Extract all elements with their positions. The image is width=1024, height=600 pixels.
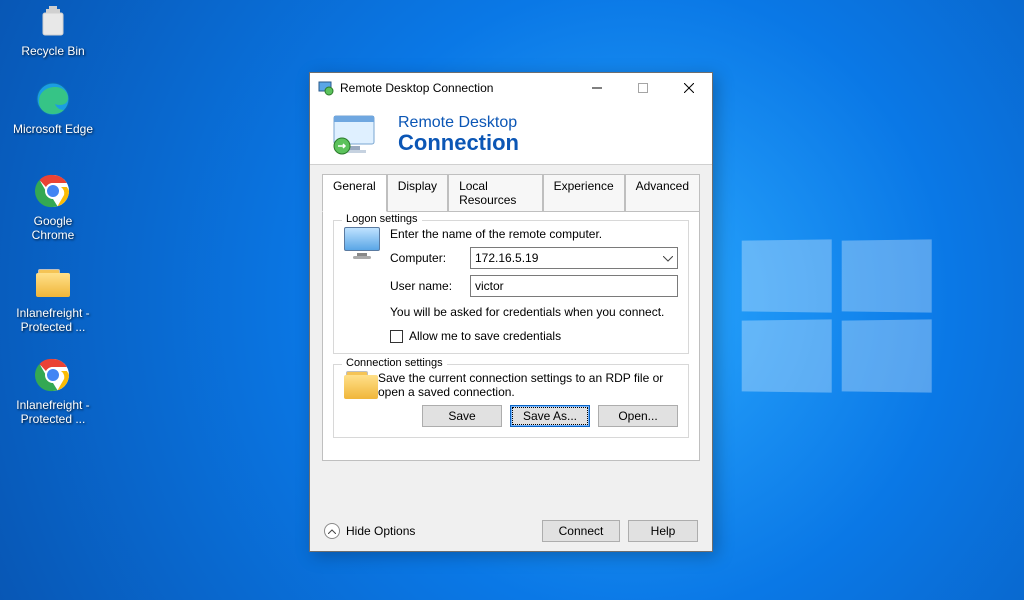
chrome-icon [32, 170, 74, 212]
computer-icon [344, 227, 380, 257]
banner-line2: Connection [398, 132, 519, 154]
dialog-footer: Hide Options Connect Help [310, 511, 712, 551]
username-input[interactable] [470, 275, 678, 297]
computer-combobox[interactable]: 172.16.5.19 [470, 247, 678, 269]
tab-page-general: Logon settings Enter the name of the rem… [322, 211, 700, 461]
chevron-up-icon [324, 523, 340, 539]
desktop-icon-inlanefreight-2[interactable]: Inlanefreight - Protected ... [12, 354, 94, 426]
logon-hint: Enter the name of the remote computer. [390, 227, 678, 241]
desktop-icon-label: Microsoft Edge [12, 122, 94, 136]
group-label: Connection settings [342, 357, 447, 369]
titlebar[interactable]: Remote Desktop Connection [310, 73, 712, 103]
tab-advanced[interactable]: Advanced [625, 174, 700, 212]
desktop-icon-label: Inlanefreight - Protected ... [12, 398, 94, 426]
desktop-icon-google-chrome[interactable]: Google Chrome [12, 170, 94, 242]
save-button[interactable]: Save [422, 405, 502, 427]
maximize-button[interactable] [620, 73, 666, 103]
tab-local-resources[interactable]: Local Resources [448, 174, 543, 212]
desktop-icon-inlanefreight-1[interactable]: Inlanefreight - Protected ... [12, 262, 94, 334]
minimize-button[interactable] [574, 73, 620, 103]
desktop-icon-label: Inlanefreight - Protected ... [12, 306, 94, 334]
help-button[interactable]: Help [628, 520, 698, 542]
connect-button[interactable]: Connect [542, 520, 620, 542]
group-logon-settings: Logon settings Enter the name of the rem… [333, 220, 689, 354]
tab-general[interactable]: General [322, 174, 387, 212]
group-label: Logon settings [342, 213, 422, 225]
edge-icon [32, 78, 74, 120]
close-button[interactable] [666, 73, 712, 103]
tab-display[interactable]: Display [387, 174, 448, 212]
folder-icon [344, 371, 368, 399]
tabs: General Display Local Resources Experien… [310, 165, 712, 211]
desktop-icon-microsoft-edge[interactable]: Microsoft Edge [12, 78, 94, 136]
credentials-note: You will be asked for credentials when y… [390, 305, 678, 319]
rdp-window: Remote Desktop Connection Remote Desktop… [309, 72, 713, 552]
open-button[interactable]: Open... [598, 405, 678, 427]
rdp-banner-icon [328, 112, 384, 156]
desktop-icon-recycle-bin[interactable]: Recycle Bin [12, 0, 94, 58]
computer-label: Computer: [390, 251, 460, 265]
banner-line1: Remote Desktop [398, 114, 519, 132]
rdp-app-icon [318, 80, 334, 96]
username-label: User name: [390, 279, 460, 293]
recycle-bin-icon [32, 0, 74, 42]
save-credentials-checkbox[interactable] [390, 330, 403, 343]
windows-logo [740, 240, 940, 400]
chrome-icon [32, 354, 74, 396]
hide-options-button[interactable]: Hide Options [324, 523, 415, 539]
banner: Remote Desktop Connection [310, 103, 712, 165]
folder-icon [32, 262, 74, 304]
desktop-icon-label: Google Chrome [12, 214, 94, 242]
computer-value: 172.16.5.19 [475, 251, 538, 265]
window-title: Remote Desktop Connection [340, 81, 574, 95]
hide-options-label: Hide Options [346, 524, 415, 538]
tab-experience[interactable]: Experience [543, 174, 625, 212]
save-credentials-label: Allow me to save credentials [409, 329, 561, 343]
group-connection-settings: Connection settings Save the current con… [333, 364, 689, 438]
chevron-down-icon [663, 251, 673, 265]
connection-hint: Save the current connection settings to … [378, 371, 678, 399]
desktop-icon-label: Recycle Bin [12, 44, 94, 58]
save-as-button[interactable]: Save As... [510, 405, 590, 427]
